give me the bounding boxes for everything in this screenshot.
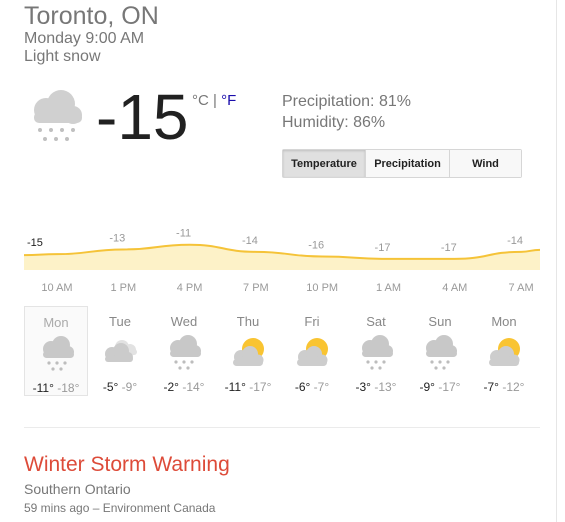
day-forecast-wed[interactable]: Wed -2° -14°: [152, 306, 216, 396]
day-forecast-sat[interactable]: Sat -3° -13°: [344, 306, 408, 396]
daily-forecast: Mon -11° -18° Tue -5° -9° Wed -2° -14° Thu -11°…: [24, 306, 536, 396]
chart-data-label: -13: [109, 232, 125, 244]
chart-data-label: -16: [308, 240, 324, 252]
high-temp: -3°: [355, 380, 371, 394]
high-temp: -9°: [419, 380, 435, 394]
low-temp: -17°: [245, 380, 272, 394]
day-label: Mon: [491, 314, 517, 329]
hour-tick-label: 10 PM: [306, 282, 339, 294]
humidity-value: Humidity: 86%: [282, 114, 386, 131]
day-forecast-mon[interactable]: Mon -11° -18°: [24, 306, 88, 396]
alert-region: Southern Ontario: [24, 481, 131, 497]
low-temp: -17°: [434, 380, 461, 394]
day-label: Sun: [428, 314, 452, 329]
alert-source: 59 mins ago – Environment Canada: [24, 501, 216, 515]
day-forecast-sun[interactable]: Sun -9° -17°: [408, 306, 472, 396]
low-temp: -18°: [53, 381, 80, 395]
weather-card: Toronto, ON Monday 9:00 AM Light snow -1…: [0, 0, 557, 522]
snow-cloud-icon: [356, 334, 396, 372]
condition: Light snow: [24, 48, 101, 65]
day-label: Tue: [109, 314, 131, 329]
hour-tick-label: 1 AM: [375, 282, 402, 294]
hour-tick-label: 7 AM: [508, 282, 534, 294]
high-temp: -5°: [102, 380, 119, 394]
day-temps: -5° -9°: [88, 380, 152, 394]
hour-tick-label: 10 AM: [41, 282, 73, 294]
high-temp: -11°: [32, 381, 54, 395]
high-temp: -11°: [224, 380, 246, 394]
partly-cloudy-icon: [292, 334, 332, 372]
day-temps: -6° -7°: [280, 380, 344, 394]
low-temp: -12°: [498, 380, 525, 394]
unit-toggle: °C | °F: [192, 92, 236, 109]
unit-celsius[interactable]: °C: [192, 92, 209, 109]
unit-fahrenheit-link[interactable]: °F: [221, 92, 236, 109]
chart-data-label: -14: [507, 235, 523, 247]
partly-cloudy-icon: [228, 334, 268, 372]
chart-data-label: -15: [27, 237, 43, 249]
high-temp: -7°: [483, 380, 499, 394]
precipitation-value: Precipitation: 81%: [282, 93, 411, 110]
day-temps: -7° -12°: [472, 380, 536, 394]
tab-wind[interactable]: Wind: [449, 150, 521, 177]
snow-cloud-icon: [164, 334, 204, 372]
datetime: Monday 9:00 AM: [24, 30, 145, 47]
day-forecast-mon[interactable]: Mon -7° -12°: [472, 306, 536, 396]
snow-cloud-icon: [34, 90, 82, 141]
alert-title-link[interactable]: Winter Storm Warning: [24, 453, 230, 477]
hour-tick-label: 4 AM: [442, 282, 468, 294]
tab-precipitation[interactable]: Precipitation: [365, 150, 449, 177]
day-temps: -2° -14°: [152, 380, 216, 394]
chart-data-label: -17: [441, 242, 457, 254]
divider: [24, 427, 540, 428]
low-temp: -7°: [310, 380, 330, 394]
day-label: Fri: [304, 314, 320, 329]
hour-axis: 10 AM 1 PM 4 PM 7 PM 10 PM 1 AM 4 AM 7 AM: [0, 282, 565, 296]
high-temp: -6°: [294, 380, 311, 394]
cloudy-icon: [100, 334, 140, 372]
tab-temperature[interactable]: Temperature: [283, 150, 365, 177]
day-temps: -11° -18°: [25, 381, 87, 395]
chart-data-label: -11: [176, 228, 191, 240]
day-temps: -9° -17°: [408, 380, 472, 394]
metrics: Precipitation: 81% Humidity: 86%: [282, 91, 411, 133]
high-temp: -2°: [163, 380, 179, 394]
day-forecast-thu[interactable]: Thu -11° -17°: [216, 306, 280, 396]
hour-tick-label: 1 PM: [110, 282, 137, 294]
hour-tick-label: 4 PM: [176, 282, 203, 294]
chart-data-label: -14: [242, 235, 258, 247]
chart-area: [24, 244, 540, 270]
low-temp: -14°: [178, 380, 205, 394]
low-temp: -9°: [118, 380, 138, 394]
day-temps: -11° -17°: [216, 380, 280, 394]
chart-tabs: Temperature Precipitation Wind: [282, 149, 522, 178]
day-temps: -3° -13°: [344, 380, 408, 394]
snow-cloud-icon: [37, 335, 77, 373]
location-title: Toronto, ON: [24, 2, 159, 30]
low-temp: -13°: [370, 380, 397, 394]
current-temperature: -15: [96, 81, 189, 153]
unit-separator: |: [208, 92, 222, 109]
day-label: Sat: [366, 314, 386, 329]
hour-tick-label: 7 PM: [243, 282, 269, 294]
partly-cloudy-icon: [484, 334, 524, 372]
day-forecast-tue[interactable]: Tue -5° -9°: [88, 306, 152, 396]
day-label: Mon: [43, 315, 69, 330]
day-label: Thu: [236, 314, 260, 329]
snow-cloud-icon: [420, 334, 460, 372]
day-forecast-fri[interactable]: Fri -6° -7°: [280, 306, 344, 396]
day-label: Wed: [170, 314, 198, 329]
chart-data-label: -17: [375, 242, 391, 254]
